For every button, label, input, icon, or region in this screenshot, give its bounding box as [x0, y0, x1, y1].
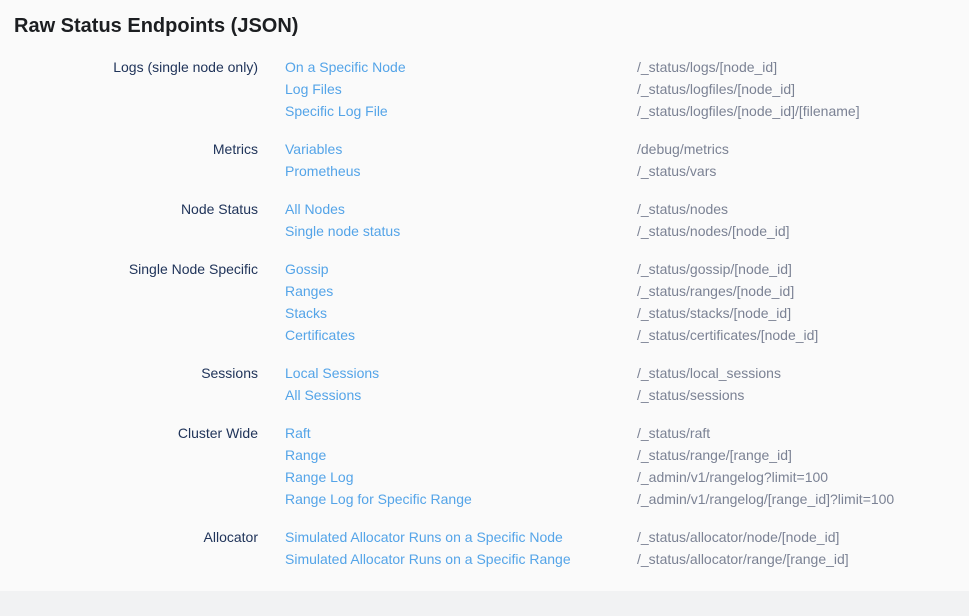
endpoint-path: /_status/logfiles/[node_id] [637, 78, 795, 100]
category-label: Metrics [0, 138, 258, 182]
endpoint-link[interactable]: Simulated Allocator Runs on a Specific N… [285, 526, 637, 548]
endpoint-link[interactable]: Range [285, 444, 637, 466]
endpoint-path: /_status/gossip/[node_id] [637, 258, 792, 280]
endpoint-group-single-node-specific: Single Node Specific Gossip /_status/gos… [0, 258, 969, 346]
page-title: Raw Status Endpoints (JSON) [14, 13, 969, 39]
endpoint-row: Range Log /_admin/v1/rangelog?limit=100 [285, 466, 894, 488]
endpoint-row: Local Sessions /_status/local_sessions [285, 362, 781, 384]
endpoint-rows: Local Sessions /_status/local_sessions A… [285, 362, 781, 406]
endpoint-rows: Simulated Allocator Runs on a Specific N… [285, 526, 849, 570]
endpoint-row: Gossip /_status/gossip/[node_id] [285, 258, 818, 280]
endpoint-link[interactable]: Simulated Allocator Runs on a Specific R… [285, 548, 637, 570]
endpoint-path: /_status/raft [637, 422, 710, 444]
endpoint-row: On a Specific Node /_status/logs/[node_i… [285, 56, 860, 78]
endpoint-link[interactable]: Local Sessions [285, 362, 637, 384]
endpoint-rows: Raft /_status/raft Range /_status/range/… [285, 422, 894, 510]
category-label: Single Node Specific [0, 258, 258, 346]
endpoint-row: Certificates /_status/certificates/[node… [285, 324, 818, 346]
endpoint-path: /_status/certificates/[node_id] [637, 324, 818, 346]
endpoint-row: Range Log for Specific Range /_admin/v1/… [285, 488, 894, 510]
endpoint-row: All Nodes /_status/nodes [285, 198, 790, 220]
endpoint-link[interactable]: On a Specific Node [285, 56, 637, 78]
endpoint-group-cluster-wide: Cluster Wide Raft /_status/raft Range /_… [0, 422, 969, 510]
endpoint-link[interactable]: Specific Log File [285, 100, 637, 122]
endpoint-row: Simulated Allocator Runs on a Specific N… [285, 526, 849, 548]
endpoint-link[interactable]: Single node status [285, 220, 637, 242]
category-label: Node Status [0, 198, 258, 242]
endpoint-rows: All Nodes /_status/nodes Single node sta… [285, 198, 790, 242]
category-label: Sessions [0, 362, 258, 406]
endpoint-link[interactable]: Gossip [285, 258, 637, 280]
endpoint-rows: Variables /debug/metrics Prometheus /_st… [285, 138, 729, 182]
endpoint-link[interactable]: Certificates [285, 324, 637, 346]
endpoint-link[interactable]: Range Log [285, 466, 637, 488]
endpoint-rows: Gossip /_status/gossip/[node_id] Ranges … [285, 258, 818, 346]
endpoint-path: /_status/local_sessions [637, 362, 781, 384]
endpoint-group-logs: Logs (single node only) On a Specific No… [0, 56, 969, 122]
endpoint-path: /_status/logs/[node_id] [637, 56, 777, 78]
endpoint-path: /_status/logfiles/[node_id]/[filename] [637, 100, 860, 122]
category-label: Allocator [0, 526, 258, 570]
endpoint-rows: On a Specific Node /_status/logs/[node_i… [285, 56, 860, 122]
endpoint-row: Raft /_status/raft [285, 422, 894, 444]
endpoint-row: Ranges /_status/ranges/[node_id] [285, 280, 818, 302]
endpoint-path: /_status/nodes/[node_id] [637, 220, 790, 242]
endpoint-row: Stacks /_status/stacks/[node_id] [285, 302, 818, 324]
endpoint-row: Range /_status/range/[range_id] [285, 444, 894, 466]
endpoint-link[interactable]: Stacks [285, 302, 637, 324]
endpoint-path: /_status/range/[range_id] [637, 444, 792, 466]
endpoint-path: /_status/allocator/range/[range_id] [637, 548, 849, 570]
endpoint-row: All Sessions /_status/sessions [285, 384, 781, 406]
endpoint-link[interactable]: Range Log for Specific Range [285, 488, 637, 510]
footer-band [0, 591, 969, 616]
endpoint-row: Variables /debug/metrics [285, 138, 729, 160]
endpoints-table: Logs (single node only) On a Specific No… [0, 56, 969, 570]
endpoint-link[interactable]: Ranges [285, 280, 637, 302]
endpoint-path: /_status/allocator/node/[node_id] [637, 526, 839, 548]
endpoint-row: Single node status /_status/nodes/[node_… [285, 220, 790, 242]
category-label: Cluster Wide [0, 422, 258, 510]
endpoint-group-node-status: Node Status All Nodes /_status/nodes Sin… [0, 198, 969, 242]
endpoint-path: /_status/nodes [637, 198, 728, 220]
endpoint-link[interactable]: Log Files [285, 78, 637, 100]
endpoint-group-sessions: Sessions Local Sessions /_status/local_s… [0, 362, 969, 406]
debug-page: { "page": { "title": "Raw Status Endpoin… [0, 13, 969, 616]
endpoint-row: Prometheus /_status/vars [285, 160, 729, 182]
endpoint-path: /_status/vars [637, 160, 716, 182]
endpoint-row: Log Files /_status/logfiles/[node_id] [285, 78, 860, 100]
endpoint-link[interactable]: All Nodes [285, 198, 637, 220]
endpoint-path: /debug/metrics [637, 138, 729, 160]
endpoint-group-allocator: Allocator Simulated Allocator Runs on a … [0, 526, 969, 570]
endpoint-path: /_status/sessions [637, 384, 744, 406]
endpoint-link[interactable]: All Sessions [285, 384, 637, 406]
endpoint-path: /_admin/v1/rangelog/[range_id]?limit=100 [637, 488, 894, 510]
category-label: Logs (single node only) [0, 56, 258, 122]
endpoint-path: /_status/ranges/[node_id] [637, 280, 794, 302]
endpoint-row: Specific Log File /_status/logfiles/[nod… [285, 100, 860, 122]
endpoint-group-metrics: Metrics Variables /debug/metrics Prometh… [0, 138, 969, 182]
endpoint-path: /_admin/v1/rangelog?limit=100 [637, 466, 828, 488]
endpoint-link[interactable]: Variables [285, 138, 637, 160]
endpoint-path: /_status/stacks/[node_id] [637, 302, 791, 324]
endpoint-link[interactable]: Raft [285, 422, 637, 444]
endpoint-link[interactable]: Prometheus [285, 160, 637, 182]
endpoint-row: Simulated Allocator Runs on a Specific R… [285, 548, 849, 570]
